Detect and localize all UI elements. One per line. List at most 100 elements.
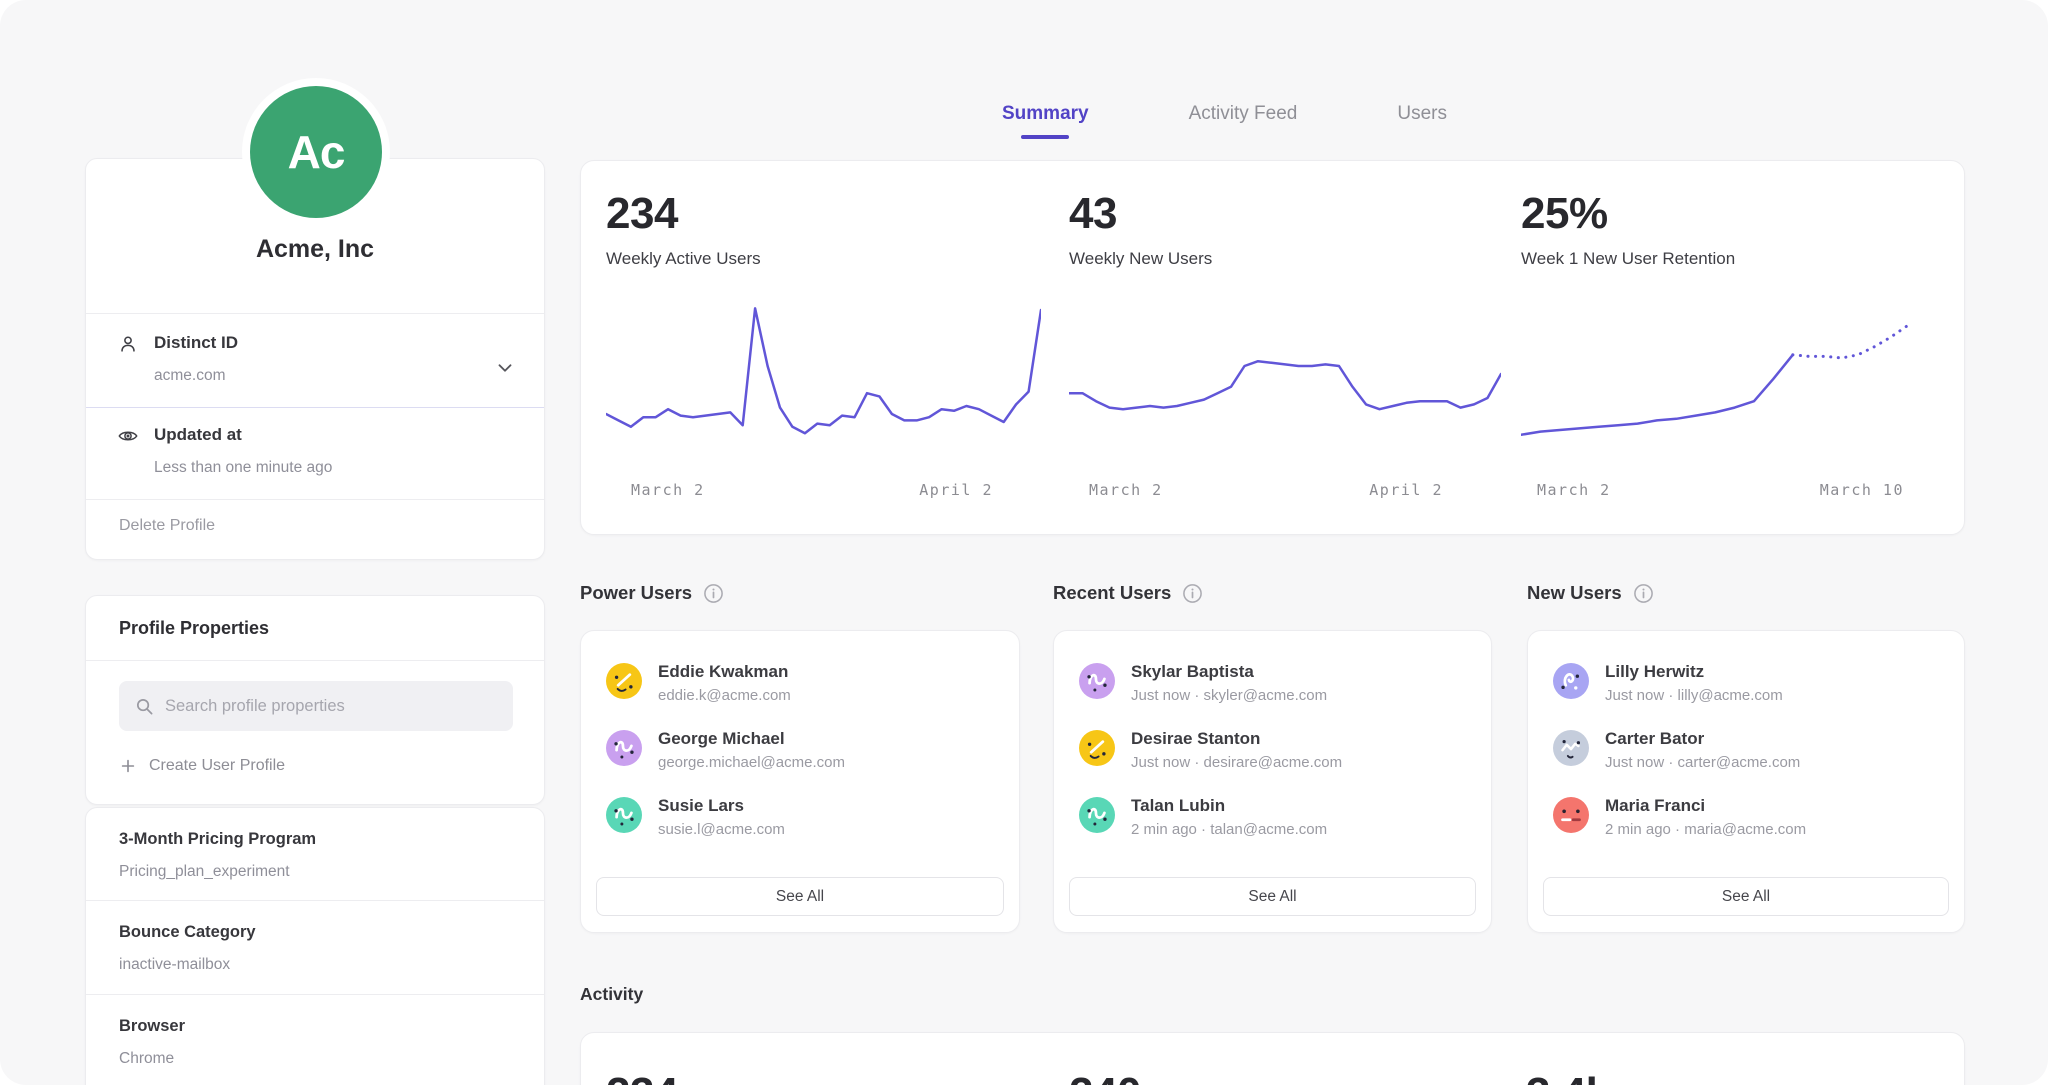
property-name: Bounce Category: [119, 923, 256, 942]
recent-users-heading: Recent Users: [1053, 582, 1203, 604]
updated-at-row: Updated at Less than one minute ago: [86, 407, 544, 499]
user-row[interactable]: Desirae Stanton Just now · desirare@acme…: [1079, 728, 1466, 773]
weekly-new-users-sparkline: [1069, 296, 1501, 464]
user-name: Susie Lars: [658, 795, 785, 817]
user-avatar: [606, 730, 642, 766]
x-tick: March 2: [1089, 481, 1163, 499]
user-name: Desirae Stanton: [1131, 728, 1342, 750]
user-avatar: [1553, 663, 1589, 699]
tab-summary[interactable]: Summary: [1002, 103, 1089, 125]
metric-value: 43: [1069, 189, 1117, 239]
user-row[interactable]: George Michael george.michael@acme.com: [606, 728, 994, 773]
week1-retention-sparkline: [1521, 296, 1936, 464]
divider: [86, 660, 544, 661]
eye-icon: [117, 425, 139, 447]
property-row[interactable]: Bounce Category inactive-mailbox: [86, 901, 544, 994]
plus-icon: [119, 757, 137, 775]
recent-users-card: Skylar Baptista Just now · skyler@acme.c…: [1053, 630, 1492, 933]
user-meta: Just now · desirare@acme.com: [1131, 753, 1342, 773]
user-avatar: [1553, 730, 1589, 766]
active-tab-underline: [1021, 135, 1069, 139]
user-avatar: [606, 797, 642, 833]
user-meta: Just now · carter@acme.com: [1605, 753, 1800, 773]
activity-metric-value: 240: [1069, 1069, 1141, 1085]
property-value: Pricing_plan_experiment: [119, 863, 290, 881]
x-axis-ticks: March 2 March 10: [1521, 481, 1936, 499]
user-row[interactable]: Talan Lubin 2 min ago · talan@acme.com: [1079, 795, 1466, 840]
activity-metric-value: 3.4k: [1526, 1069, 1610, 1085]
info-icon[interactable]: [703, 583, 724, 604]
property-row[interactable]: Browser Chrome: [86, 995, 544, 1085]
property-row[interactable]: 3-Month Pricing Program Pricing_plan_exp…: [86, 808, 544, 901]
company-avatar: Ac: [250, 86, 382, 218]
user-meta: 2 min ago · talan@acme.com: [1131, 820, 1327, 840]
property-name: Browser: [119, 1017, 185, 1036]
property-list-card: 3-Month Pricing Program Pricing_plan_exp…: [85, 807, 545, 1085]
x-tick: March 2: [1537, 481, 1611, 499]
user-avatar: [1079, 797, 1115, 833]
profile-properties-search[interactable]: [119, 681, 513, 731]
tab-activity-feed[interactable]: Activity Feed: [1189, 103, 1298, 125]
search-input[interactable]: [165, 697, 497, 716]
user-name: Skylar Baptista: [1131, 661, 1327, 683]
x-tick: March 10: [1820, 481, 1904, 499]
delete-profile-button[interactable]: Delete Profile: [119, 517, 215, 535]
metric-week1-retention: 25% Week 1 New User Retention March 2 Ma…: [1521, 161, 1936, 534]
see-all-button[interactable]: See All: [596, 877, 1004, 916]
profile-card: Acme, Inc Distinct ID acme.com: [85, 158, 545, 560]
app-window: Ac Acme, Inc Distinct ID acme.com: [0, 0, 2048, 1085]
see-all-button[interactable]: See All: [1069, 877, 1476, 916]
see-all-button[interactable]: See All: [1543, 877, 1949, 916]
power-users-heading: Power Users: [580, 582, 724, 604]
power-users-title: Power Users: [580, 582, 692, 604]
tab-bar: Summary Activity Feed Users: [1002, 103, 1447, 125]
user-meta: Just now · skyler@acme.com: [1131, 686, 1327, 706]
user-row[interactable]: Eddie Kwakman eddie.k@acme.com: [606, 661, 994, 706]
user-meta: Just now · lilly@acme.com: [1605, 686, 1783, 706]
x-tick: March 2: [631, 481, 705, 499]
new-users-heading: New Users: [1527, 582, 1654, 604]
metrics-card: 234 Weekly Active Users March 2 April 2 …: [580, 160, 1965, 535]
new-users-card: Lilly Herwitz Just now · lilly@acme.com …: [1527, 630, 1965, 933]
activity-metric-value: 234: [606, 1069, 678, 1085]
user-row[interactable]: Carter Bator Just now · carter@acme.com: [1553, 728, 1939, 773]
user-row[interactable]: Susie Lars susie.l@acme.com: [606, 795, 994, 840]
user-row[interactable]: Lilly Herwitz Just now · lilly@acme.com: [1553, 661, 1939, 706]
x-tick: April 2: [919, 481, 993, 499]
tab-users-label: Users: [1397, 103, 1447, 124]
distinct-id-value: acme.com: [154, 367, 226, 385]
chevron-down-icon[interactable]: [494, 357, 516, 379]
user-name: Lilly Herwitz: [1605, 661, 1783, 683]
x-axis-ticks: March 2 April 2: [1069, 481, 1501, 499]
metric-weekly-active-users: 234 Weekly Active Users March 2 April 2: [606, 161, 1041, 534]
updated-at-label: Updated at: [154, 425, 242, 445]
user-row[interactable]: Maria Franci 2 min ago · maria@acme.com: [1553, 795, 1939, 840]
user-name: George Michael: [658, 728, 845, 750]
user-avatar: [1553, 797, 1589, 833]
distinct-id-label: Distinct ID: [154, 333, 238, 353]
info-icon[interactable]: [1182, 583, 1203, 604]
power-users-card: Eddie Kwakman eddie.k@acme.com George Mi…: [580, 630, 1020, 933]
new-users-title: New Users: [1527, 582, 1622, 604]
user-name: Talan Lubin: [1131, 795, 1327, 817]
updated-at-value: Less than one minute ago: [154, 459, 332, 477]
user-avatar: [1079, 663, 1115, 699]
property-value: inactive-mailbox: [119, 956, 230, 974]
user-avatar: [1079, 730, 1115, 766]
metric-weekly-new-users: 43 Weekly New Users March 2 April 2: [1069, 161, 1501, 534]
company-avatar-initials: Ac: [288, 125, 345, 179]
metric-value: 25%: [1521, 189, 1608, 239]
company-name: Acme, Inc: [86, 235, 544, 264]
user-name: Eddie Kwakman: [658, 661, 791, 683]
user-meta: eddie.k@acme.com: [658, 686, 791, 706]
tab-activity-feed-label: Activity Feed: [1189, 103, 1298, 124]
distinct-id-row[interactable]: Distinct ID acme.com: [86, 313, 544, 407]
user-row[interactable]: Skylar Baptista Just now · skyler@acme.c…: [1079, 661, 1466, 706]
property-value: Chrome: [119, 1050, 174, 1068]
metric-label: Week 1 New User Retention: [1521, 249, 1735, 269]
weekly-active-users-sparkline: [606, 296, 1041, 464]
activity-card: 234 240 3.4k: [580, 1032, 1965, 1085]
tab-users[interactable]: Users: [1397, 103, 1447, 125]
info-icon[interactable]: [1633, 583, 1654, 604]
create-user-profile-button[interactable]: Create User Profile: [119, 757, 285, 775]
